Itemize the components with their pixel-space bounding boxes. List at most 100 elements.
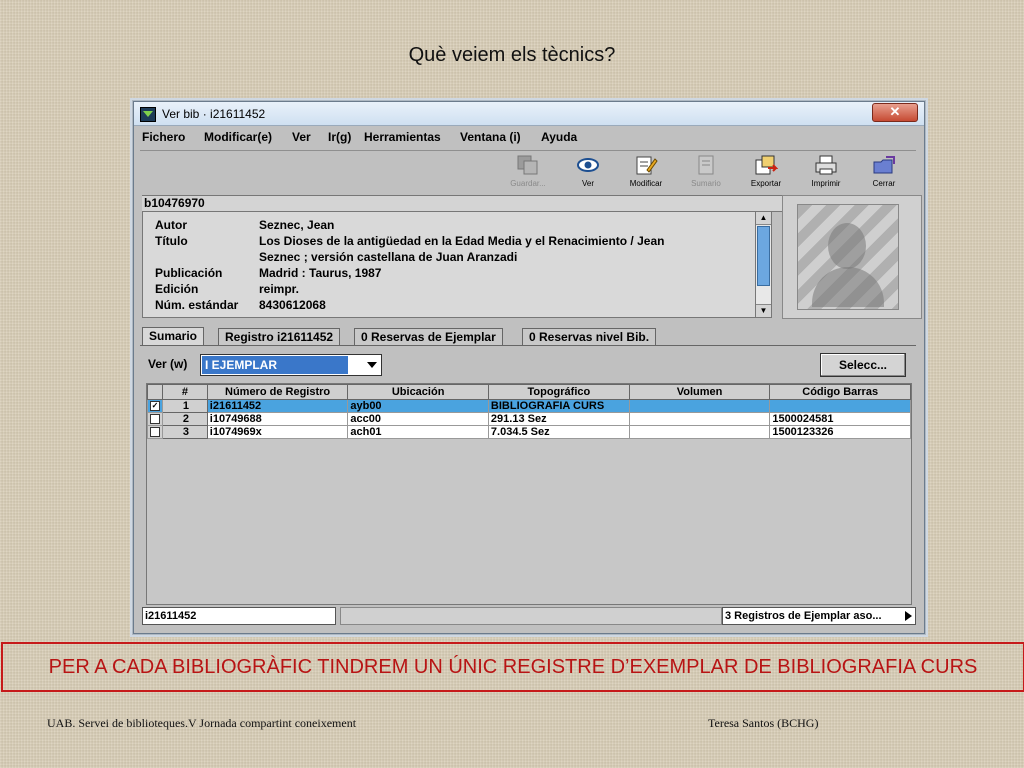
bib-scrollbar[interactable]: ▲ ▼ xyxy=(755,211,772,318)
photo-frame xyxy=(782,195,922,319)
column-header[interactable]: Topográfico xyxy=(487,384,630,400)
menu-herramientas[interactable]: Herramientas xyxy=(364,130,441,144)
edit-icon xyxy=(636,156,658,175)
record-window: Ver bib · i21611452 ✕ Fichero Modificar(… xyxy=(133,101,925,634)
bib-value: Seznec, Jean xyxy=(259,218,335,232)
menu-ayuda[interactable]: Ayuda xyxy=(541,130,577,144)
cell-registro: i1074969x xyxy=(206,425,349,439)
ver-label: Ver (w) xyxy=(148,357,188,371)
bib-value: Los Dioses de la antigüedad en la Edad M… xyxy=(259,234,665,248)
scroll-up-arrow[interactable]: ▲ xyxy=(756,212,771,225)
export-label: Exportar xyxy=(750,179,782,188)
cell-topografico: BIBLIOGRAFIA CURS xyxy=(487,399,630,413)
status-items-text: 3 Registros de Ejemplar aso... xyxy=(725,610,882,622)
bib-value: Madrid : Taurus, 1987 xyxy=(259,266,382,280)
cell-codigo: 1500123326 xyxy=(769,425,911,439)
cell-registro: i10749688 xyxy=(206,412,349,426)
row-checkbox[interactable]: ✓ xyxy=(147,399,163,413)
row-number: 2 xyxy=(161,412,208,426)
print-label: Imprimir xyxy=(811,179,841,188)
bib-label: Núm. estándar xyxy=(155,298,239,312)
menu-ventana[interactable]: Ventana (i) xyxy=(460,130,521,144)
tab-registro[interactable]: Registro i21611452 xyxy=(218,328,341,345)
menu-ver[interactable]: Ver xyxy=(292,130,311,144)
row-checkbox[interactable] xyxy=(147,412,163,426)
summary-icon xyxy=(698,155,714,175)
footer-right: Teresa Santos (BCHG) xyxy=(708,716,819,730)
cell-ubicacion: acc00 xyxy=(347,412,489,426)
bib-label: Edición xyxy=(155,282,199,296)
export-button[interactable]: Exportar xyxy=(738,154,794,190)
bib-value: Seznec ; versión castellana de Juan Aran… xyxy=(259,250,518,264)
chevron-down-icon xyxy=(367,362,377,368)
tab-sumario[interactable]: Sumario xyxy=(142,327,205,346)
app-icon xyxy=(140,107,156,122)
cell-volumen xyxy=(628,425,771,439)
printer-icon xyxy=(815,155,837,175)
view-label: Ver xyxy=(581,179,594,188)
bib-panel: Autor Seznec, Jean Título Los Dioses de … xyxy=(142,211,757,318)
items-table: # Número de Registro Ubicación Topográfi… xyxy=(147,384,911,439)
title-bar: Ver bib · i21611452 ✕ xyxy=(134,102,924,126)
select-button[interactable]: Selecc... xyxy=(820,353,906,377)
table-row[interactable]: ✓ 1 i21611452 ayb00 BIBLIOGRAFIA CURS xyxy=(147,399,911,413)
bib-value: reimpr. xyxy=(259,282,300,296)
cell-topografico: 7.034.5 Sez xyxy=(487,425,630,439)
save-label: Guardar... xyxy=(510,179,546,188)
checkbox-empty-icon xyxy=(149,414,160,425)
summary-button[interactable]: Sumario xyxy=(678,154,734,190)
save-icon xyxy=(517,155,538,175)
cell-volumen xyxy=(628,412,771,426)
table-row[interactable]: 2 i10749688 acc00 291.13 Sez 1500024581 xyxy=(147,412,911,426)
column-header[interactable]: Código Barras xyxy=(769,384,911,400)
window-title: Ver bib · i21611452 xyxy=(162,107,266,121)
status-record-id: i21611452 xyxy=(142,607,336,625)
footer-left: UAB. Servei de biblioteques.V Jornada co… xyxy=(47,716,357,730)
save-button[interactable]: Guardar... xyxy=(500,154,556,190)
play-arrow-icon xyxy=(905,611,912,621)
photo-head-silhouette xyxy=(828,223,866,269)
status-middle-pane xyxy=(340,607,722,625)
bib-label: Publicación xyxy=(155,266,223,280)
table-header-row: # Número de Registro Ubicación Topográfi… xyxy=(147,384,911,400)
tab-reservas-ejemplar[interactable]: 0 Reservas de Ejemplar xyxy=(354,328,503,345)
placeholder-photo xyxy=(797,204,899,310)
view-button[interactable]: Ver xyxy=(560,154,616,190)
print-button[interactable]: Imprimir xyxy=(798,154,854,190)
column-header[interactable]: Número de Registro xyxy=(206,384,349,400)
row-number: 1 xyxy=(161,399,208,413)
scroll-down-arrow[interactable]: ▼ xyxy=(756,304,771,317)
scroll-thumb[interactable] xyxy=(757,226,770,286)
column-header-select xyxy=(147,384,163,400)
ver-dropdown-value: I EJEMPLAR xyxy=(202,356,348,374)
summary-label: Sumario xyxy=(691,179,721,188)
status-bar: i21611452 3 Registros de Ejemplar aso... xyxy=(142,607,916,625)
cell-registro: i21611452 xyxy=(206,399,349,413)
items-grid: # Número de Registro Ubicación Topográfi… xyxy=(146,383,912,605)
table-row[interactable]: 3 i1074969x ach01 7.034.5 Sez 1500123326 xyxy=(147,425,911,439)
close-record-button[interactable]: Cerrar xyxy=(856,154,912,190)
edit-button[interactable]: Modificar xyxy=(618,154,674,190)
row-checkbox[interactable] xyxy=(147,425,163,439)
close-record-label: Cerrar xyxy=(872,179,896,188)
tab-reservas-bib[interactable]: 0 Reservas nivel Bib. xyxy=(522,328,657,345)
column-header[interactable]: Volumen xyxy=(628,384,771,400)
menu-ir[interactable]: Ir(g) xyxy=(328,130,351,144)
bib-label: Autor xyxy=(155,218,187,232)
ver-dropdown[interactable]: I EJEMPLAR xyxy=(200,354,382,376)
status-items-count[interactable]: 3 Registros de Ejemplar aso... xyxy=(722,607,916,625)
toolbar-divider xyxy=(140,150,916,151)
menu-fichero[interactable]: Fichero xyxy=(142,130,185,144)
column-header[interactable]: # xyxy=(161,384,208,400)
export-icon xyxy=(755,155,778,175)
highlight-banner: PER A CADA BIBLIOGRÀFIC TINDREM UN ÚNIC … xyxy=(1,642,1024,692)
slide-title: Què veiem els tècnics? xyxy=(408,44,616,66)
menu-modificar[interactable]: Modificar(e) xyxy=(204,130,272,144)
cell-codigo xyxy=(769,399,911,413)
cell-ubicacion: ayb00 xyxy=(347,399,489,413)
edit-label: Modificar xyxy=(629,179,663,188)
column-header[interactable]: Ubicación xyxy=(347,384,489,400)
record-id: b10476970 xyxy=(142,195,784,212)
window-close-button[interactable]: ✕ xyxy=(872,103,918,122)
checkbox-empty-icon xyxy=(149,427,160,438)
